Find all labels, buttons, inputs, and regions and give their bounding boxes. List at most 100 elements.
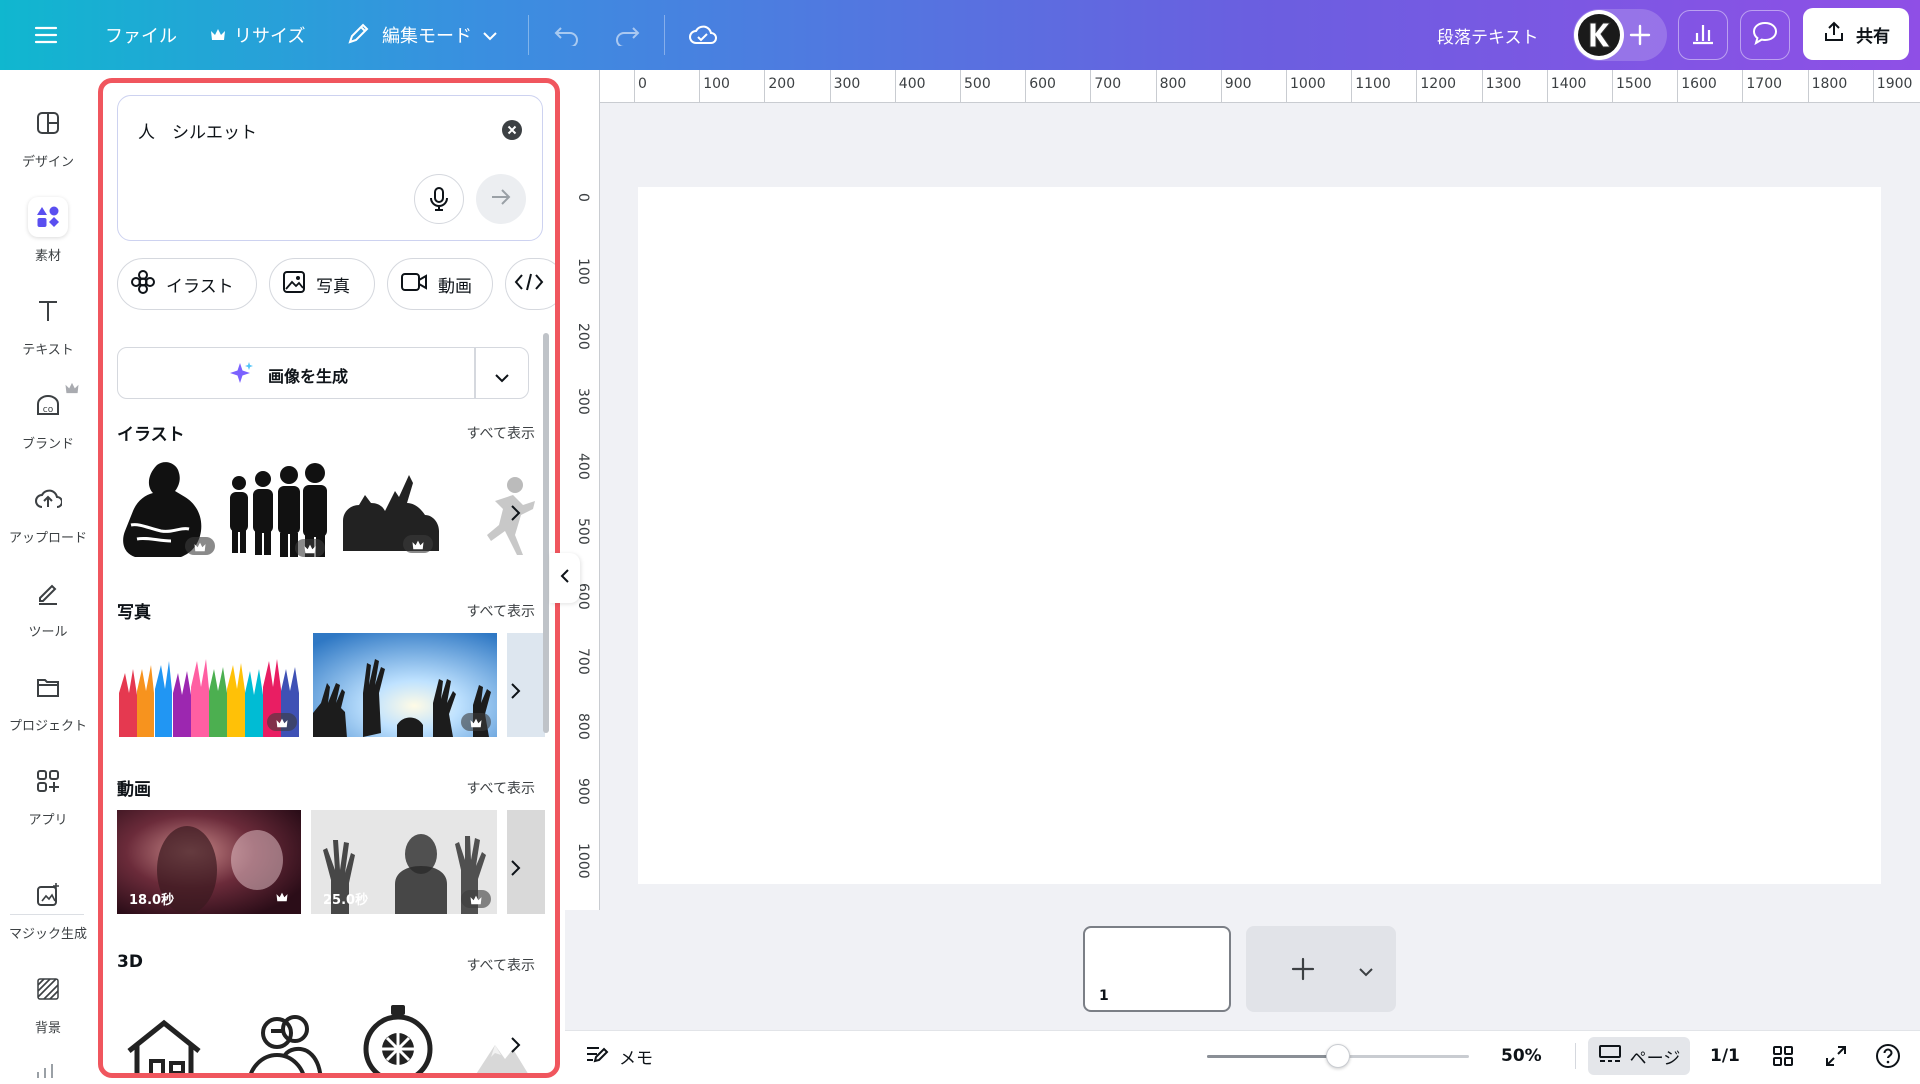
illustration-hug-silhouette[interactable] (117, 455, 221, 563)
rail-item-projects[interactable]: プロジェクト (0, 659, 96, 753)
rail-item-tools[interactable]: ツール (0, 565, 96, 659)
zoom-value: 50% (1501, 1046, 1542, 1066)
next-arrow-icon[interactable] (501, 677, 529, 705)
submit-search-button[interactable] (476, 174, 526, 224)
ruler-tick (1807, 70, 1809, 103)
design-page[interactable] (638, 187, 1881, 884)
next-arrow-icon[interactable] (501, 854, 529, 882)
paragraph-text-button[interactable]: 段落テキスト (1437, 0, 1539, 70)
see-all-video-link[interactable]: すべて表示 (467, 778, 535, 798)
video-blurred-crowd[interactable]: 18.0秒 (117, 810, 301, 914)
share-button[interactable]: 共有 (1803, 8, 1909, 60)
rail-item-brand[interactable]: co ブランド (0, 377, 96, 471)
ruler-label: 1100 (1355, 76, 1391, 92)
video-shadow-hands[interactable]: 25.0秒 (311, 810, 497, 914)
rail-label-upload: アップロード (8, 531, 87, 546)
clear-search-icon[interactable] (502, 120, 522, 144)
elements-panel: 人 シルエット イラスト 写真 動画 画像を生成 イラスト すべて表示 写真 す… (98, 78, 560, 1078)
filter-chip-video[interactable]: 動画 (387, 258, 493, 310)
generate-image-button[interactable]: 画像を生成 (117, 347, 529, 399)
ruler-tick (699, 70, 701, 103)
fullscreen-icon[interactable] (1825, 1031, 1847, 1081)
resize-button[interactable]: リサイズ (210, 0, 305, 70)
rail-label-tools: ツール (28, 625, 68, 640)
ruler-label: 1300 (1485, 76, 1522, 92)
page-counter[interactable]: 1/1 (1710, 1031, 1740, 1081)
illustration-celebrating-silhouette[interactable] (339, 471, 443, 559)
filter-chip-code[interactable] (505, 258, 555, 310)
rail-label-magic: マジック生成 (8, 927, 87, 942)
rail-item-text[interactable]: テキスト (0, 283, 96, 377)
ruler-tick (1286, 70, 1287, 103)
zoom-level[interactable]: 50% (1501, 1031, 1542, 1081)
ruler-label: 100 (575, 258, 591, 285)
crown-icon (210, 25, 226, 46)
next-arrow-icon[interactable] (501, 1031, 529, 1059)
see-all-3d-link[interactable]: すべて表示 (467, 955, 535, 975)
rail-item-design[interactable]: デザイン (0, 95, 96, 189)
page-number: 1 (1099, 988, 1109, 1004)
panel-scrollbar[interactable] (543, 333, 549, 733)
add-page-button[interactable] (1246, 926, 1396, 1012)
search-input[interactable]: 人 シルエット (138, 118, 257, 143)
rail-item-elements[interactable]: 素材 (0, 189, 96, 283)
insights-button[interactable] (1678, 10, 1728, 60)
page-thumbnail[interactable]: 1 (1083, 926, 1231, 1012)
rail-item-magic[interactable]: マジック生成 (0, 867, 96, 961)
avatar[interactable] (1574, 10, 1624, 60)
rail-item-upload[interactable]: アップロード (0, 471, 96, 565)
cloud-saved-icon[interactable] (688, 0, 718, 70)
plus-icon[interactable] (1290, 956, 1316, 986)
flower-icon (130, 269, 156, 300)
projects-icon (28, 667, 68, 707)
photo-hands-sunlight[interactable] (313, 633, 497, 737)
search-box[interactable]: 人 シルエット (117, 95, 543, 241)
3d-house-icon[interactable] (121, 1015, 207, 1073)
photo-colorful-hands[interactable] (117, 633, 303, 737)
zoom-slider[interactable] (1207, 1044, 1469, 1068)
paragraph-text-label: 段落テキスト (1437, 27, 1539, 48)
section-title-illustration: イラスト (117, 425, 185, 445)
notes-button[interactable]: メモ (585, 1031, 653, 1081)
grid-view-icon[interactable] (1772, 1031, 1794, 1081)
rail-item-background[interactable]: 背景 (0, 961, 96, 1055)
redo-icon[interactable] (613, 0, 641, 70)
hamburger-icon[interactable] (34, 0, 58, 70)
3d-ornament-icon[interactable] (361, 1003, 435, 1073)
illustration-group-silhouette[interactable] (227, 461, 333, 561)
ruler-tick (634, 70, 635, 103)
zoom-slider-handle[interactable] (1326, 1044, 1350, 1068)
filter-chip-photo[interactable]: 写真 (269, 258, 375, 310)
file-menu-button[interactable]: ファイル (105, 0, 177, 70)
microphone-icon[interactable] (414, 174, 464, 224)
background-icon (28, 969, 68, 1009)
ruler-tick (1090, 70, 1092, 103)
page-view-label: ページ (1629, 1048, 1681, 1069)
add-collaborator-icon[interactable] (1627, 0, 1653, 70)
see-all-illustration-link[interactable]: すべて表示 (467, 423, 535, 443)
ruler-label: 1600 (1681, 76, 1717, 92)
ruler-label: 700 (575, 648, 591, 675)
see-all-photo-link[interactable]: すべて表示 (467, 601, 535, 621)
undo-icon[interactable] (553, 0, 581, 70)
ruler-label: 400 (575, 453, 591, 480)
ruler-label: 300 (833, 76, 861, 92)
chevron-down-icon[interactable] (494, 368, 510, 387)
filter-chip-illustration[interactable]: イラスト (117, 258, 257, 310)
edit-mode-dropdown[interactable]: 編集モード (346, 0, 498, 70)
video-duration: 18.0秒 (129, 893, 175, 908)
comment-button[interactable] (1740, 10, 1790, 60)
3d-people-icon[interactable] (241, 1011, 325, 1073)
collapse-panel-button[interactable] (550, 553, 580, 603)
premium-badge (461, 713, 491, 731)
ruler-label: 700 (1094, 76, 1122, 92)
chevron-down-icon (482, 25, 498, 46)
more-apps-icon[interactable] (34, 1060, 60, 1084)
bar-chart-icon (1690, 21, 1716, 49)
rail-item-apps[interactable]: アプリ (0, 753, 96, 847)
ruler-tick (894, 70, 896, 103)
page-view-button[interactable]: ページ (1588, 1037, 1690, 1075)
chevron-down-icon[interactable] (1358, 962, 1374, 981)
help-icon[interactable] (1875, 1031, 1901, 1081)
next-arrow-icon[interactable] (501, 499, 529, 527)
